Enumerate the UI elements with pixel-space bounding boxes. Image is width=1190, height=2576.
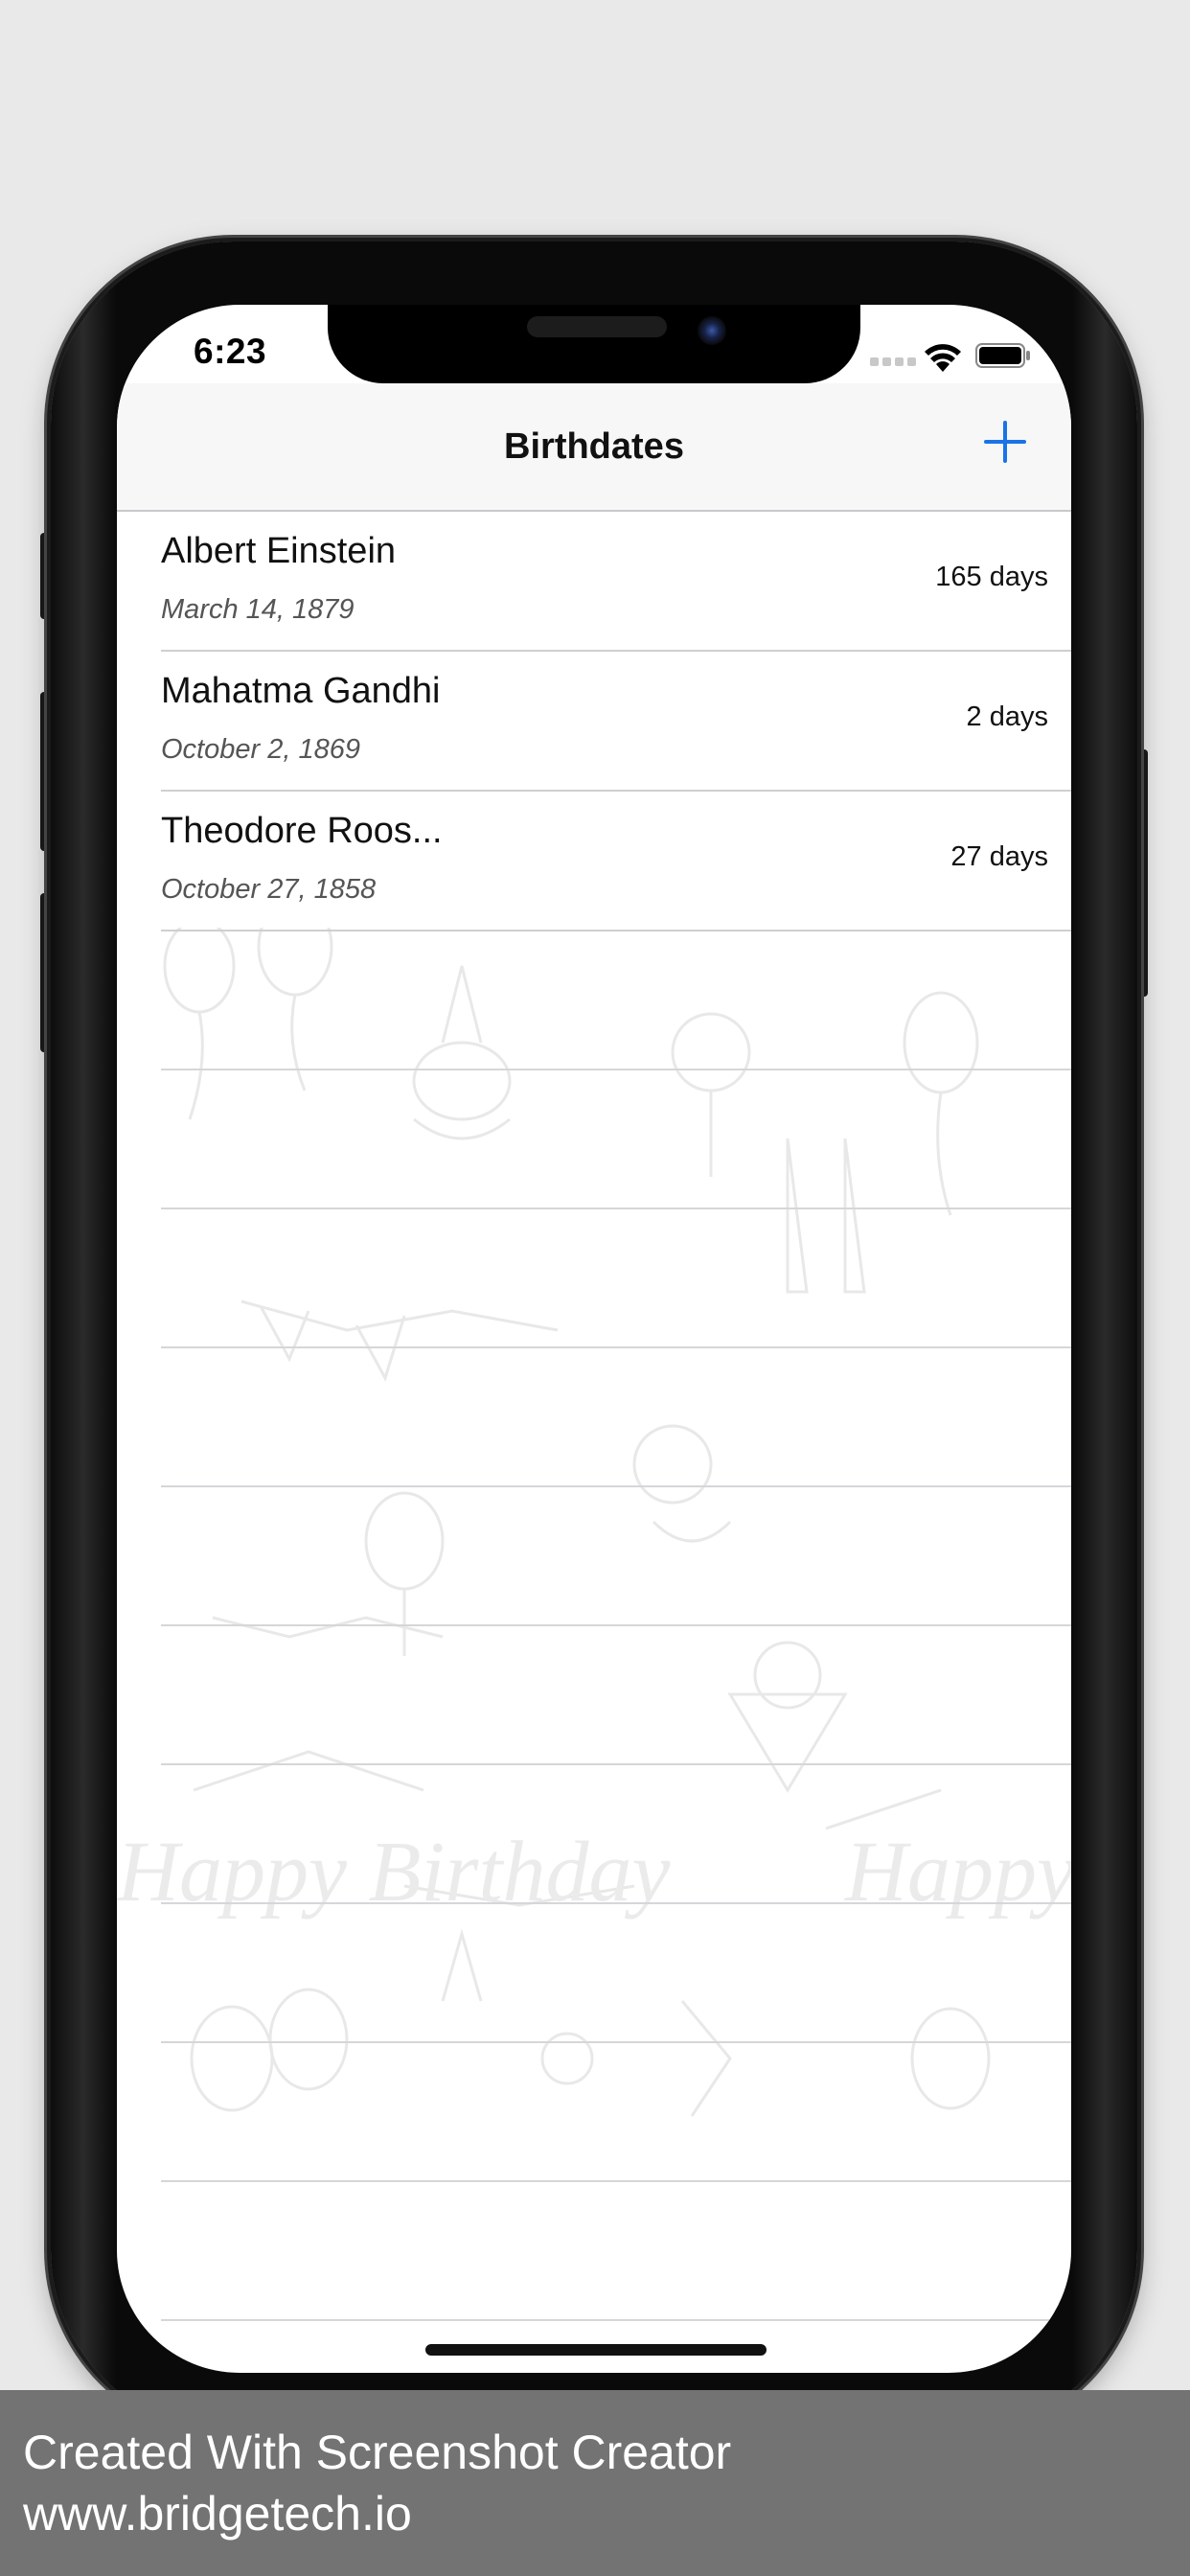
home-indicator[interactable] xyxy=(425,2344,767,2356)
empty-row-separator xyxy=(161,1209,1071,1348)
days-until: 27 days xyxy=(950,841,1048,872)
empty-row-separator xyxy=(161,1070,1071,1209)
wifi-icon xyxy=(925,344,961,372)
navigation-bar: Birthdates xyxy=(117,383,1071,512)
birthday-list: Albert Einstein March 14, 1879 165 days … xyxy=(117,512,1071,2373)
empty-row-separator xyxy=(161,1765,1071,1904)
empty-row-separator xyxy=(161,2182,1071,2321)
status-time: 6:23 xyxy=(194,332,267,371)
birth-date: October 2, 1869 xyxy=(161,734,360,765)
days-until: 165 days xyxy=(935,562,1048,592)
notch xyxy=(328,305,860,383)
birth-date: October 27, 1858 xyxy=(161,874,377,905)
days-until: 2 days xyxy=(966,702,1048,732)
list-item[interactable]: Albert Einstein March 14, 1879 165 days xyxy=(161,512,1071,652)
footer-line-2: www.bridgetech.io xyxy=(23,2487,412,2541)
battery-icon xyxy=(975,343,1030,368)
person-name: Theodore Roos... xyxy=(161,811,443,851)
plus-icon[interactable] xyxy=(983,420,1027,464)
birth-date: March 14, 1879 xyxy=(161,594,355,625)
empty-row-separator xyxy=(161,2043,1071,2182)
empty-row-separator xyxy=(161,1904,1071,2043)
watermark-footer: Created With Screenshot Creator www.brid… xyxy=(0,2390,1190,2576)
page-title: Birthdates xyxy=(504,426,684,467)
list-item[interactable]: Theodore Roos... October 27, 1858 27 day… xyxy=(161,792,1071,932)
power-button xyxy=(1136,749,1148,997)
empty-row-separator xyxy=(161,1626,1071,1765)
phone-screen: 6:23 Birthdates Happy Birthday Happy Alb… xyxy=(117,305,1071,2373)
empty-row-separator xyxy=(161,1487,1071,1626)
list-item[interactable]: Mahatma Gandhi October 2, 1869 2 days xyxy=(161,652,1071,792)
front-camera xyxy=(698,316,726,345)
footer-line-1: Created With Screenshot Creator xyxy=(23,2426,732,2479)
person-name: Albert Einstein xyxy=(161,531,397,571)
empty-row-separator xyxy=(161,1348,1071,1487)
empty-row-separator xyxy=(161,932,1071,1070)
person-name: Mahatma Gandhi xyxy=(161,671,441,711)
cellular-signal-icon xyxy=(870,357,916,366)
